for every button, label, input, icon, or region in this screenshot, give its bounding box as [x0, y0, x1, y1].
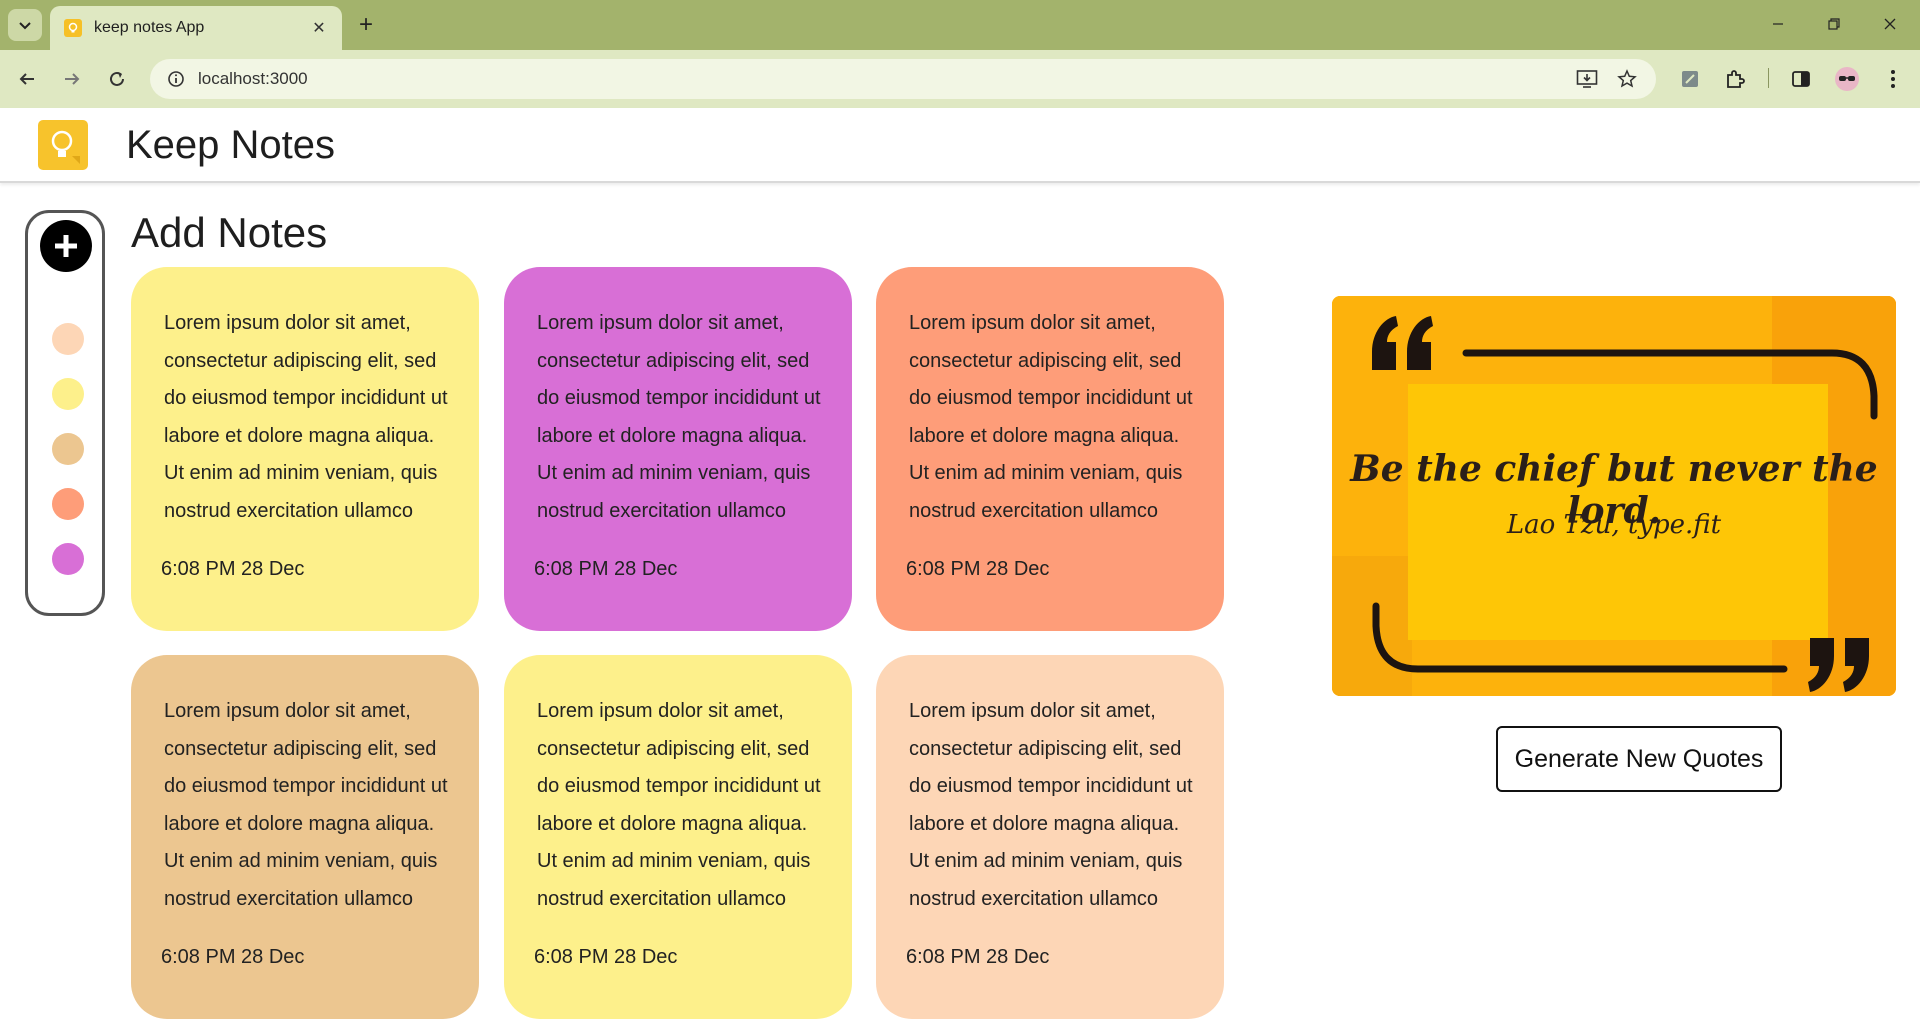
note-date: 6:08 PM 28 Dec	[534, 946, 678, 968]
install-icon[interactable]	[1570, 62, 1604, 96]
note-text[interactable]: Lorem ipsum dolor sit amet, consectetur …	[164, 693, 449, 919]
browser-toolbar: localhost:3000	[0, 50, 1920, 108]
chevron-down-icon	[19, 22, 31, 30]
arrow-left-icon	[19, 73, 34, 85]
tab-search-button[interactable]	[8, 9, 42, 41]
note-date: 6:08 PM 28 Dec	[534, 558, 678, 580]
note-text[interactable]: Lorem ipsum dolor sit amet, consectetur …	[909, 305, 1194, 531]
generate-quotes-button[interactable]: Generate New Quotes	[1496, 726, 1782, 792]
section-title: Add Notes	[131, 209, 328, 256]
open-quote-icon	[1372, 316, 1433, 370]
note-date: 6:08 PM 28 Dec	[906, 558, 1050, 580]
note-card[interactable]: Lorem ipsum dolor sit amet, consectetur …	[131, 655, 479, 1019]
browser-tab-strip: keep notes App ✕ +	[0, 0, 1920, 50]
close-icon	[1884, 18, 1896, 30]
star-icon[interactable]	[1610, 62, 1644, 96]
note-text[interactable]: Lorem ipsum dolor sit amet, consectetur …	[537, 693, 822, 919]
quote-author: Lao Tzu, type.fit	[1506, 510, 1722, 540]
puzzle-icon[interactable]	[1718, 62, 1752, 96]
color-swatch-tan[interactable]	[52, 433, 84, 465]
reload-button[interactable]	[100, 62, 134, 96]
restore-icon	[1828, 18, 1840, 30]
forward-button[interactable]	[55, 62, 89, 96]
plus-circle-icon	[55, 235, 77, 257]
lightbulb-icon	[64, 19, 82, 37]
color-swatch-orchid[interactable]	[52, 543, 84, 575]
reload-icon	[110, 71, 124, 86]
note-text[interactable]: Lorem ipsum dolor sit amet, consectetur …	[537, 305, 822, 531]
minimize-button[interactable]	[1758, 8, 1798, 40]
note-card[interactable]: Lorem ipsum dolor sit amet, consectetur …	[876, 267, 1224, 631]
note-card[interactable]: Lorem ipsum dolor sit amet, consectetur …	[131, 267, 479, 631]
minimize-icon	[1773, 23, 1783, 25]
note-date: 6:08 PM 28 Dec	[906, 946, 1050, 968]
close-quote-icon	[1808, 638, 1869, 692]
note-card[interactable]: Lorem ipsum dolor sit amet, consectetur …	[504, 267, 852, 631]
window-close-button[interactable]	[1870, 8, 1910, 40]
back-button[interactable]	[10, 62, 44, 96]
toolbar-divider	[1768, 68, 1769, 88]
note-text[interactable]: Lorem ipsum dolor sit amet, consectetur …	[164, 305, 449, 531]
restore-button[interactable]	[1814, 8, 1854, 40]
app-title: Keep Notes	[126, 123, 336, 167]
close-icon[interactable]: ✕	[308, 17, 330, 39]
note-date: 6:08 PM 28 Dec	[161, 946, 305, 968]
arrow-right-icon	[65, 73, 80, 85]
new-tab-button[interactable]: +	[352, 11, 380, 39]
note-date: 6:08 PM 28 Dec	[161, 558, 305, 580]
add-note-button[interactable]	[40, 220, 92, 272]
tab-title: keep notes App	[94, 19, 205, 36]
note-card[interactable]: Lorem ipsum dolor sit amet, consectetur …	[876, 655, 1224, 1019]
color-sidebar	[25, 210, 105, 616]
side-panel-icon[interactable]	[1784, 62, 1818, 96]
color-swatch-coral[interactable]	[52, 488, 84, 520]
quote-card: Be the chief but never the lord. Lao Tzu…	[1332, 296, 1896, 696]
plus-icon: +	[358, 11, 373, 38]
extension-icon[interactable]	[1673, 62, 1707, 96]
note-text[interactable]: Lorem ipsum dolor sit amet, consectetur …	[909, 693, 1194, 919]
avatar[interactable]	[1830, 62, 1864, 96]
note-card[interactable]: Lorem ipsum dolor sit amet, consectetur …	[504, 655, 852, 1019]
address-bar[interactable]: localhost:3000	[150, 59, 1656, 99]
lightbulb-icon	[38, 120, 88, 170]
app-header: Keep Notes	[0, 108, 1920, 183]
browser-tab[interactable]: keep notes App ✕	[50, 6, 342, 50]
color-swatch-peach[interactable]	[52, 323, 84, 355]
color-swatch-yellow[interactable]	[52, 378, 84, 410]
url-text[interactable]: localhost:3000	[198, 69, 1570, 89]
info-icon[interactable]	[164, 67, 188, 91]
kebab-menu-icon[interactable]	[1876, 62, 1910, 96]
